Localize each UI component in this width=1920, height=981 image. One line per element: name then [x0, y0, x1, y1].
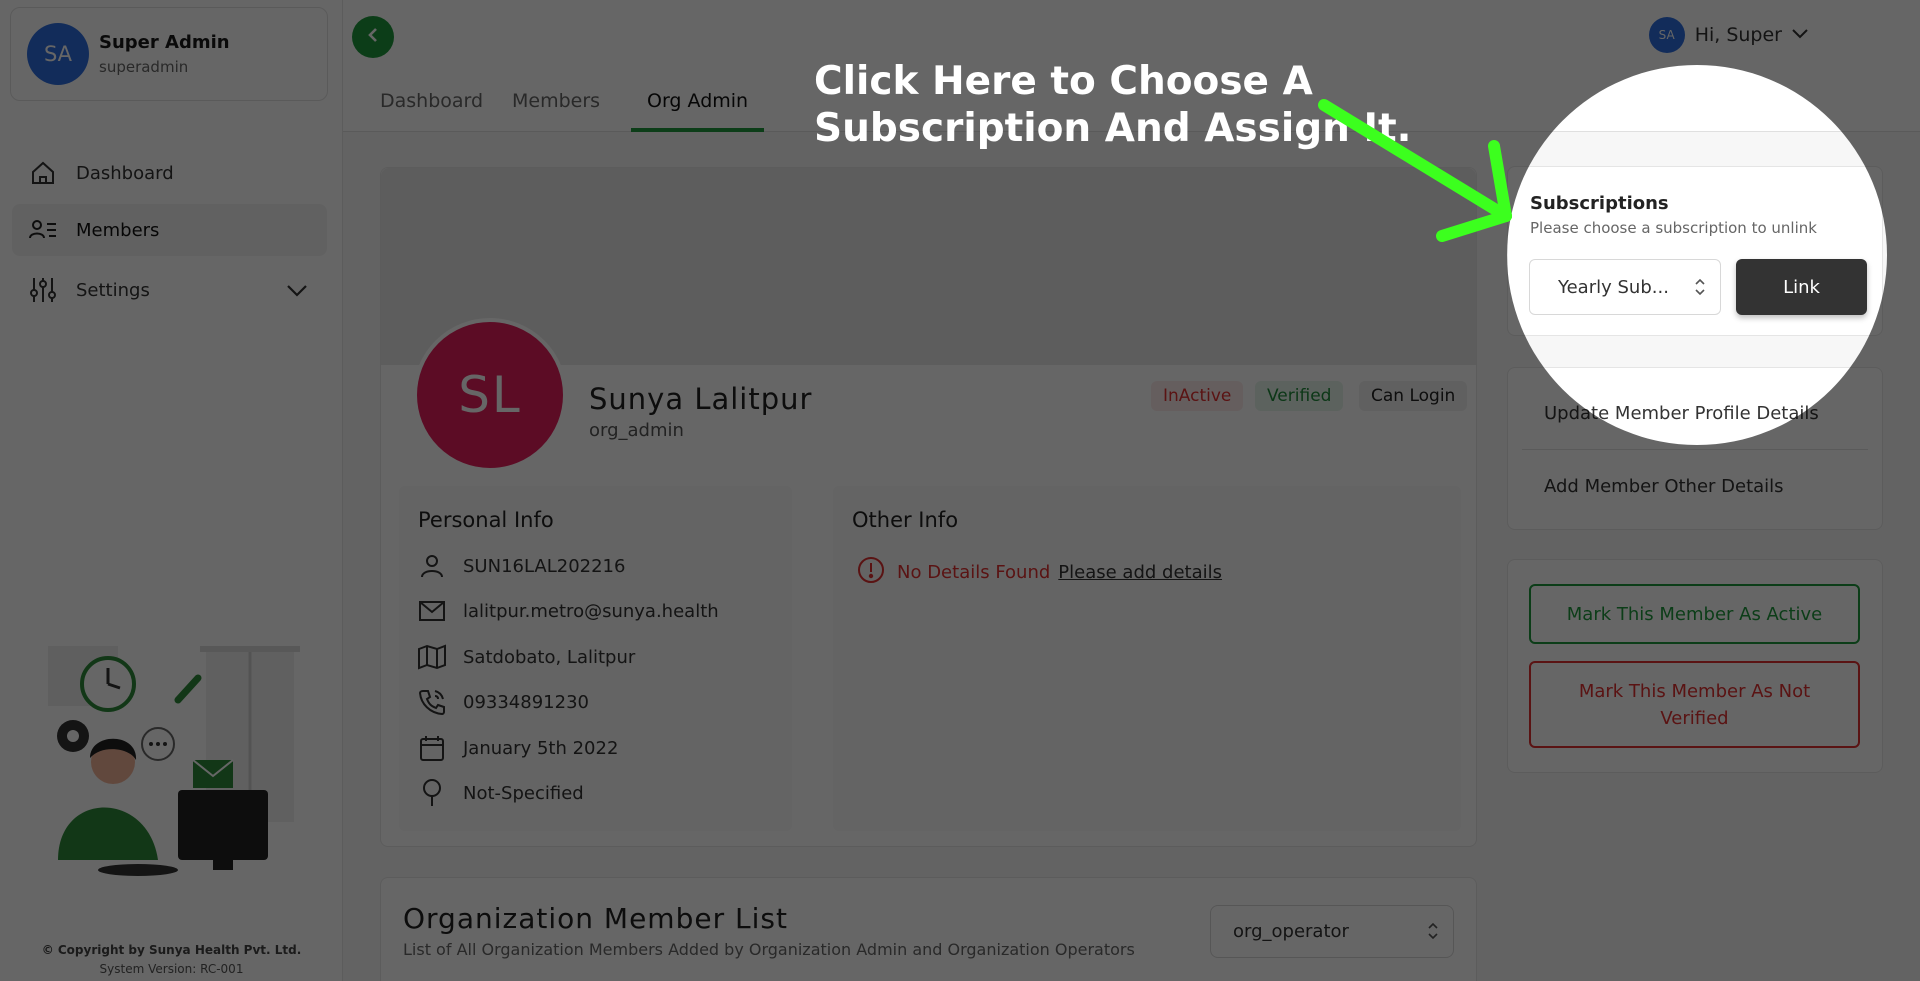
- member-gender: Not-Specified: [463, 782, 584, 804]
- calendar-icon: [417, 733, 447, 763]
- support-illustration: [38, 640, 308, 880]
- subscriptions-title: Subscriptions: [1530, 193, 1669, 214]
- system-version: System Version: RC-001: [99, 962, 244, 976]
- cover-banner: [381, 168, 1476, 365]
- member-list-title: Organization Member List: [403, 902, 788, 935]
- member-role: org_admin: [589, 420, 684, 441]
- tab-members[interactable]: Members: [512, 90, 600, 132]
- copyright-text: © Copyright by Sunya Health Pvt. Ltd.: [41, 943, 302, 957]
- member-phone: 09334891230: [463, 691, 589, 713]
- add-other-details-link[interactable]: Add Member Other Details: [1544, 476, 1784, 497]
- chevron-down-icon: [1790, 23, 1810, 47]
- select-arrows-icon: [1694, 278, 1706, 301]
- home-icon: [28, 158, 58, 188]
- info-row-phone: 09334891230: [417, 687, 589, 717]
- personal-info-title: Personal Info: [418, 508, 554, 532]
- sidebar-item-label: Settings: [76, 279, 150, 301]
- mark-active-button[interactable]: Mark This Member As Active: [1529, 584, 1860, 644]
- user-greeting: Hi, Super: [1694, 24, 1782, 46]
- avatar: SA: [1648, 17, 1685, 53]
- info-row-address: Satdobato, Lalitpur: [417, 642, 635, 672]
- member-address: Satdobato, Lalitpur: [463, 646, 636, 668]
- subscriptions-card: Subscriptions Please choose a subscripti…: [1507, 166, 1883, 336]
- back-button[interactable]: [352, 16, 394, 58]
- member-actions-card: Update Member Profile Details Add Member…: [1507, 367, 1883, 530]
- sidebar-item-members[interactable]: Members: [12, 204, 327, 256]
- pin-icon: [417, 778, 447, 808]
- link-subscription-button[interactable]: Link: [1736, 259, 1867, 315]
- select-arrows-icon: [1427, 922, 1439, 945]
- tab-dashboard[interactable]: Dashboard: [380, 90, 483, 132]
- user-menu[interactable]: SA Hi, Super: [1648, 17, 1810, 53]
- tab-org-admin[interactable]: Org Admin: [631, 90, 765, 132]
- avatar: SA: [27, 23, 89, 85]
- profile-username: superadmin: [99, 58, 189, 76]
- member-list-subtitle: List of All Organization Members Added b…: [403, 940, 1135, 959]
- tutorial-line-2: Subscription And Assign It.: [814, 106, 1412, 151]
- sidebar-item-dashboard[interactable]: Dashboard: [12, 147, 327, 199]
- member-id: SUN16LAL202216: [463, 555, 626, 577]
- member-avatar: SL: [413, 318, 567, 472]
- other-info-title: Other Info: [852, 508, 959, 532]
- other-info-box: Other Info No Details Found Please add d…: [833, 486, 1461, 831]
- member-date: January 5th 2022: [463, 737, 619, 759]
- no-details-text: No Details Found: [897, 562, 1051, 583]
- sidebar-item-settings[interactable]: Settings: [12, 264, 327, 316]
- no-details-row: No Details Found Please add details: [857, 556, 1222, 589]
- subscription-select-value: Yearly Sub...: [1558, 276, 1669, 298]
- sidebar-profile-card[interactable]: SA Super Admin superadmin: [10, 7, 328, 101]
- tutorial-callout: Click Here to Choose A Subscription And …: [814, 58, 1411, 152]
- org-member-list-card: Organization Member List List of All Org…: [380, 877, 1477, 981]
- divider: [1522, 449, 1868, 450]
- status-badge: InActive: [1151, 381, 1244, 411]
- status-actions-card: Mark This Member As Active Mark This Mem…: [1507, 559, 1883, 773]
- chevron-left-icon: [364, 26, 382, 48]
- members-icon: [28, 215, 58, 245]
- tutorial-line-1: Click Here to Choose A: [814, 59, 1313, 104]
- info-row-id: SUN16LAL202216: [417, 551, 625, 581]
- role-filter-select[interactable]: org_operator: [1210, 905, 1454, 958]
- add-details-link[interactable]: Please add details: [1058, 562, 1222, 583]
- sidebar-item-label: Members: [76, 219, 160, 241]
- login-badge: Can Login: [1359, 381, 1468, 411]
- member-name: Sunya Lalitpur: [589, 382, 813, 416]
- info-row-date: January 5th 2022: [417, 733, 618, 763]
- mark-not-verified-button[interactable]: Mark This Member As Not Verified: [1529, 661, 1860, 748]
- chevron-down-icon: [285, 278, 309, 307]
- user-icon: [417, 551, 447, 581]
- subscriptions-description: Please choose a subscription to unlink: [1530, 219, 1817, 237]
- personal-info-box: Personal Info SUN16LAL202216 lalitpur.me…: [399, 486, 792, 831]
- phone-icon: [417, 687, 447, 717]
- update-profile-link[interactable]: Update Member Profile Details: [1544, 403, 1819, 424]
- profile-name: Super Admin: [99, 32, 230, 53]
- warning-icon: [857, 556, 885, 589]
- verified-badge: Verified: [1255, 381, 1344, 411]
- info-row-gender: Not-Specified: [417, 778, 584, 808]
- info-row-email: lalitpur.metro@sunya.health: [417, 596, 719, 626]
- role-filter-value: org_operator: [1233, 921, 1349, 942]
- sliders-icon: [28, 275, 58, 305]
- member-profile-card: SL Sunya Lalitpur org_admin InActive Ver…: [380, 167, 1477, 847]
- sidebar: SA Super Admin superadmin Dashboard Memb…: [0, 0, 343, 981]
- member-email: lalitpur.metro@sunya.health: [463, 600, 719, 622]
- map-icon: [417, 642, 447, 672]
- subscription-select[interactable]: Yearly Sub...: [1529, 259, 1721, 315]
- sidebar-item-label: Dashboard: [76, 162, 174, 184]
- mail-icon: [417, 596, 447, 626]
